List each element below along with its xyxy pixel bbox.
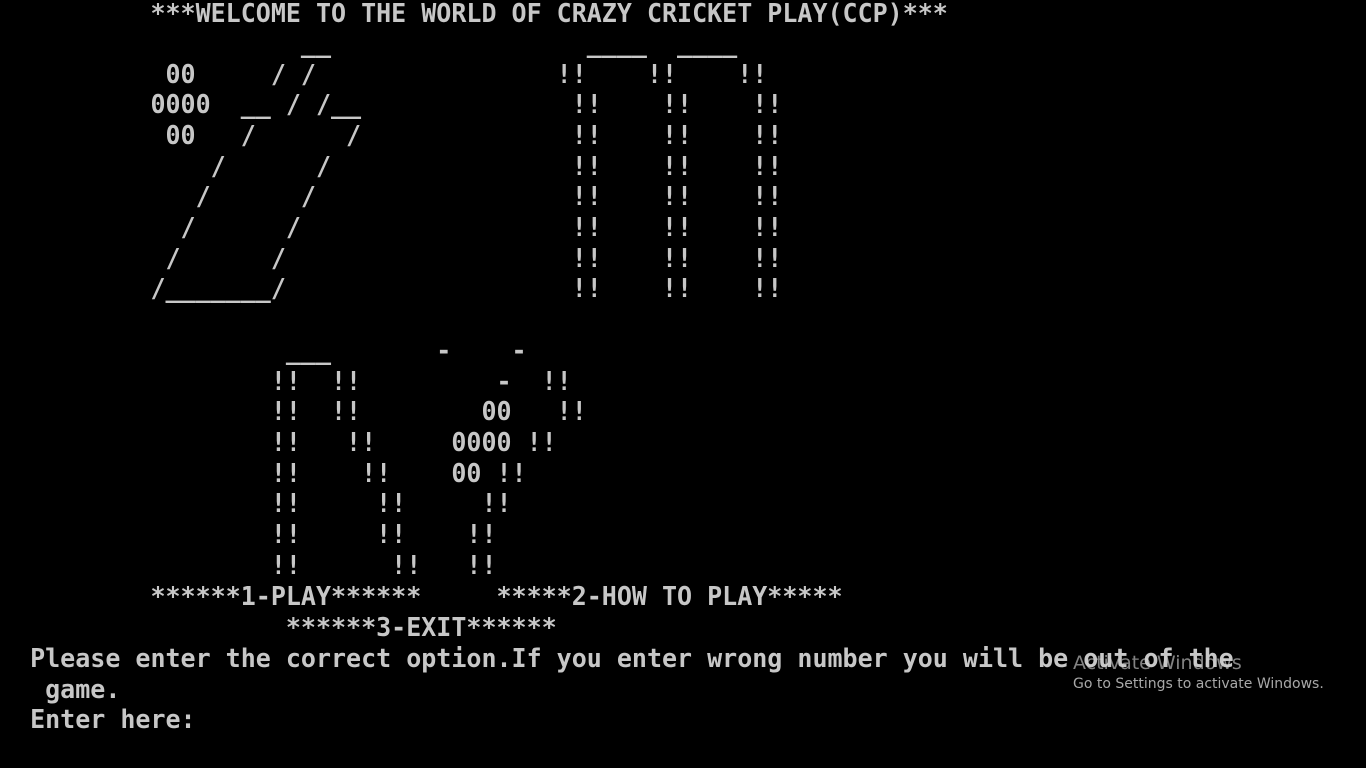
console-line: 0000 __ / /__ !! !! !! [0,90,783,120]
console-line: / / !! !! !! [0,244,783,274]
prompt-instruction: Please enter the correct option.If you e… [0,644,1234,674]
console-line: !! !! 0000 !! [0,428,557,458]
watermark-title: Activate Windows [1073,652,1242,674]
menu-options-line: ******1-PLAY****** *****2-HOW TO PLAY***… [0,582,843,612]
prompt-instruction-cont: game. [0,675,121,705]
input-prompt[interactable]: Enter here: [0,705,196,736]
console-line: !! !! !! [0,489,512,519]
console-line: 00 / / !! !! !! [0,60,768,90]
console-line: !! !! 00 !! [0,459,527,489]
console-line: !! !! !! [0,551,497,581]
console-line: ***WELCOME TO THE WORLD OF CRAZY CRICKET… [0,0,948,29]
console-line: !! !! - !! [0,367,572,397]
console-line: / / !! !! !! [0,152,783,182]
console-line: ___ - - [0,336,527,366]
activation-watermark: Activate Windows Go to Settings to activ… [1073,652,1333,694]
console-line: 00 / / !! !! !! [0,121,783,151]
console-line: / / !! !! !! [0,182,783,212]
console-line: /_______/ !! !! !! [0,274,783,304]
console-line: !! !! !! [0,520,497,550]
console-line: / / !! !! !! [0,213,783,243]
watermark-subtitle: Go to Settings to activate Windows. [1073,676,1324,692]
console-line: !! !! 00 !! [0,397,587,427]
console-line: __ ____ ____ [0,29,738,59]
menu-exit-line: ******3-EXIT****** [0,613,557,643]
